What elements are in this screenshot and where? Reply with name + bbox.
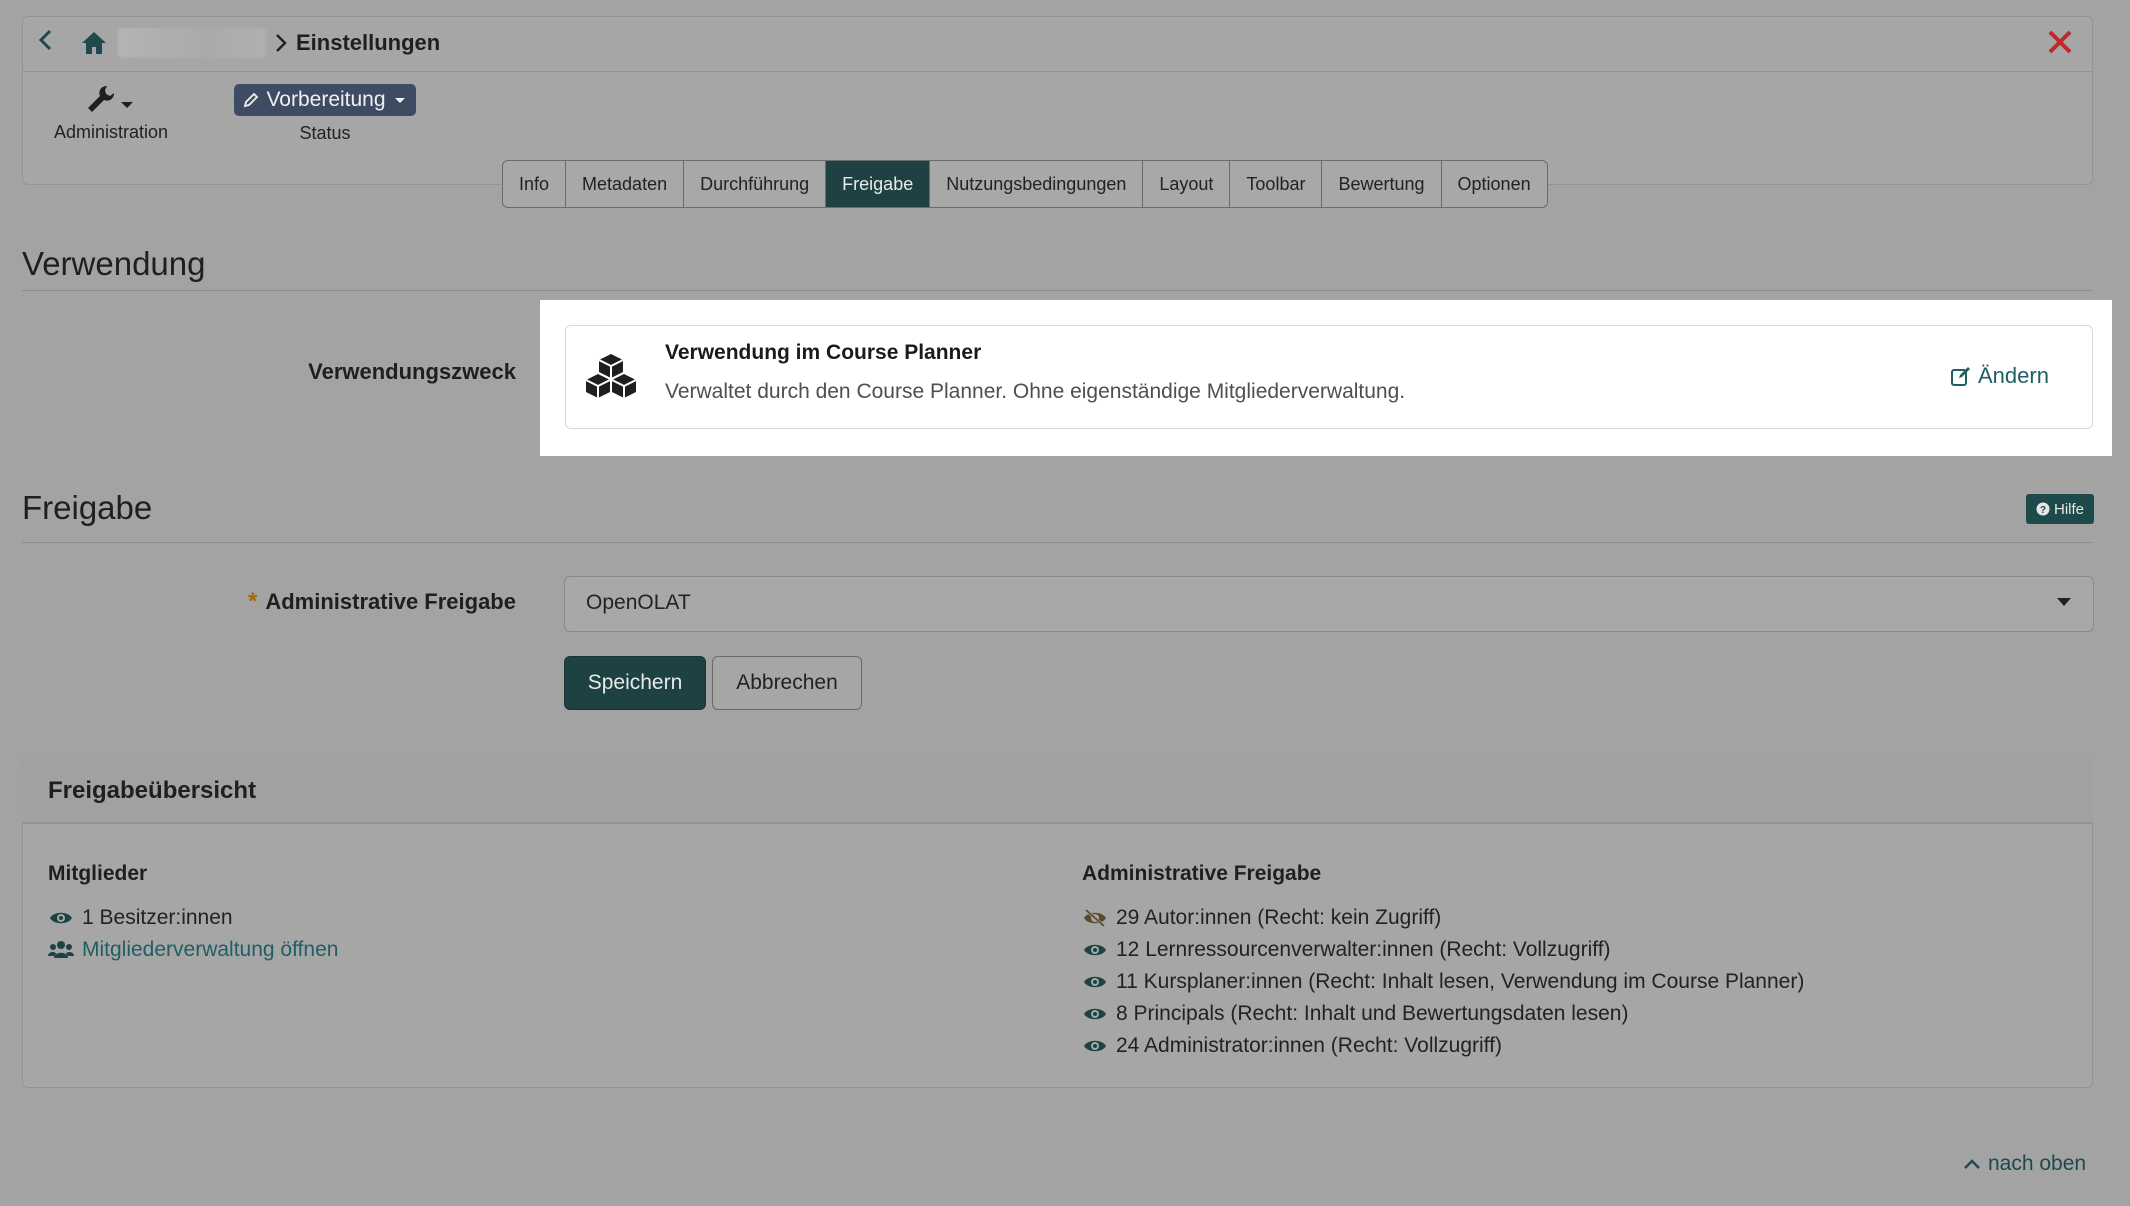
list-item: 11 Kursplaner:innen (Recht: Inhalt lesen… (1082, 966, 1804, 998)
list-item: 8 Principals (Recht: Inhalt und Bewertun… (1082, 998, 1628, 1030)
edit-icon (1951, 367, 1970, 386)
caret-down-icon (394, 98, 405, 103)
administration-label: Administration (53, 122, 169, 142)
back-to-top-label: nach oben (1988, 1152, 2087, 1175)
save-button[interactable]: Speichern (564, 656, 706, 710)
list-item: 1 Besitzer:innen (48, 902, 233, 934)
purpose-label: Verwendungszweck (308, 359, 516, 384)
status-value: Vorbereitung (266, 88, 386, 111)
users-icon (48, 941, 74, 958)
members-title: Mitglieder (48, 862, 148, 885)
purpose-title: Verwendung im Course Planner (665, 341, 982, 364)
tab-durchfuehrung[interactable]: Durchführung (684, 161, 827, 207)
help-button[interactable]: ? Hilfe (2026, 494, 2094, 524)
list-item: 29 Autor:innen (Recht: kein Zugriff) (1082, 902, 1441, 934)
settings-tabs: Info Metadaten Durchführung Freigabe Nut… (502, 160, 1548, 208)
tab-optionen[interactable]: Optionen (1442, 161, 1547, 207)
wrench-icon (88, 86, 133, 112)
change-purpose-link[interactable]: Ändern (1950, 362, 2049, 390)
change-label: Ändern (1978, 363, 2049, 388)
admin-item-text: 12 Lernressourcenverwalter:innen (Recht:… (1116, 938, 1611, 961)
admin-item-text: 11 Kursplaner:innen (Recht: Inhalt lesen… (1116, 970, 1805, 993)
home-icon[interactable] (80, 30, 108, 56)
help-label: Hilfe (2053, 500, 2084, 518)
administrative-freigabe-label-text: Administrative Freigabe (265, 589, 516, 614)
tab-layout[interactable]: Layout (1143, 161, 1231, 207)
eye-icon (1084, 976, 1106, 988)
purpose-description: Verwaltet durch den Course Planner. Ohne… (665, 380, 1406, 403)
divider (22, 542, 2093, 543)
eye-icon (50, 912, 72, 924)
eye-icon (1084, 944, 1106, 956)
admin-item-text: 8 Principals (Recht: Inhalt und Bewertun… (1116, 1002, 1629, 1025)
status-tool: Vorbereitung Status (225, 84, 425, 150)
breadcrumb-item-hidden[interactable] (118, 28, 266, 58)
administration-tool[interactable]: Administration (40, 82, 182, 148)
question-circle-icon: ? (2036, 502, 2050, 516)
section-title-freigabe: Freigabe (22, 489, 153, 526)
admin-item-text: 24 Administrator:innen (Recht: Vollzugri… (1116, 1034, 1502, 1057)
tab-info[interactable]: Info (503, 161, 567, 207)
tab-bewertung[interactable]: Bewertung (1322, 161, 1442, 207)
chevron-right-icon (276, 34, 287, 52)
chevron-up-icon (1964, 1159, 1980, 1169)
close-icon[interactable] (2046, 28, 2074, 56)
administrative-freigabe-select[interactable] (564, 576, 2094, 632)
status-dropdown-button[interactable]: Vorbereitung (234, 84, 416, 116)
tab-freigabe[interactable]: Freigabe (826, 161, 931, 207)
required-asterisk-icon: * (248, 588, 258, 615)
tab-nutzungsbedingungen[interactable]: Nutzungsbedingungen (930, 161, 1144, 207)
administrative-freigabe-label: * Administrative Freigabe (200, 588, 516, 616)
svg-text:?: ? (2040, 505, 2046, 516)
breadcrumb-current: Einstellungen (296, 30, 441, 55)
chevron-left-icon[interactable] (34, 26, 58, 54)
tab-toolbar[interactable]: Toolbar (1230, 161, 1323, 207)
status-label: Status (299, 123, 351, 143)
divider (22, 290, 2093, 291)
open-member-management-link[interactable]: Mitgliederverwaltung öffnen (82, 934, 338, 966)
overview-title: Freigabeübersicht (48, 777, 257, 804)
section-title-verwendung: Verwendung (22, 245, 206, 282)
list-item[interactable]: Mitgliederverwaltung öffnen (48, 934, 338, 966)
overview-header (22, 758, 2093, 824)
caret-down-icon (2057, 598, 2071, 606)
cancel-button[interactable]: Abbrechen (712, 656, 862, 710)
list-item: 24 Administrator:innen (Recht: Vollzugri… (1082, 1030, 1502, 1062)
cubes-icon (585, 354, 637, 398)
eye-icon (1084, 1040, 1106, 1052)
administrative-freigabe-title: Administrative Freigabe (1082, 862, 1322, 885)
eye-icon (1084, 1008, 1106, 1020)
eye-slash-icon (1084, 908, 1106, 928)
owner-count: 1 Besitzer:innen (82, 906, 233, 929)
admin-item-text: 29 Autor:innen (Recht: kein Zugriff) (1116, 906, 1442, 929)
pencil-icon (244, 92, 259, 108)
select-value: OpenOLAT (586, 591, 691, 614)
tab-metadaten[interactable]: Metadaten (566, 161, 685, 207)
back-to-top-link[interactable]: nach oben (1962, 1150, 2086, 1178)
list-item: 12 Lernressourcenverwalter:innen (Recht:… (1082, 934, 1611, 966)
